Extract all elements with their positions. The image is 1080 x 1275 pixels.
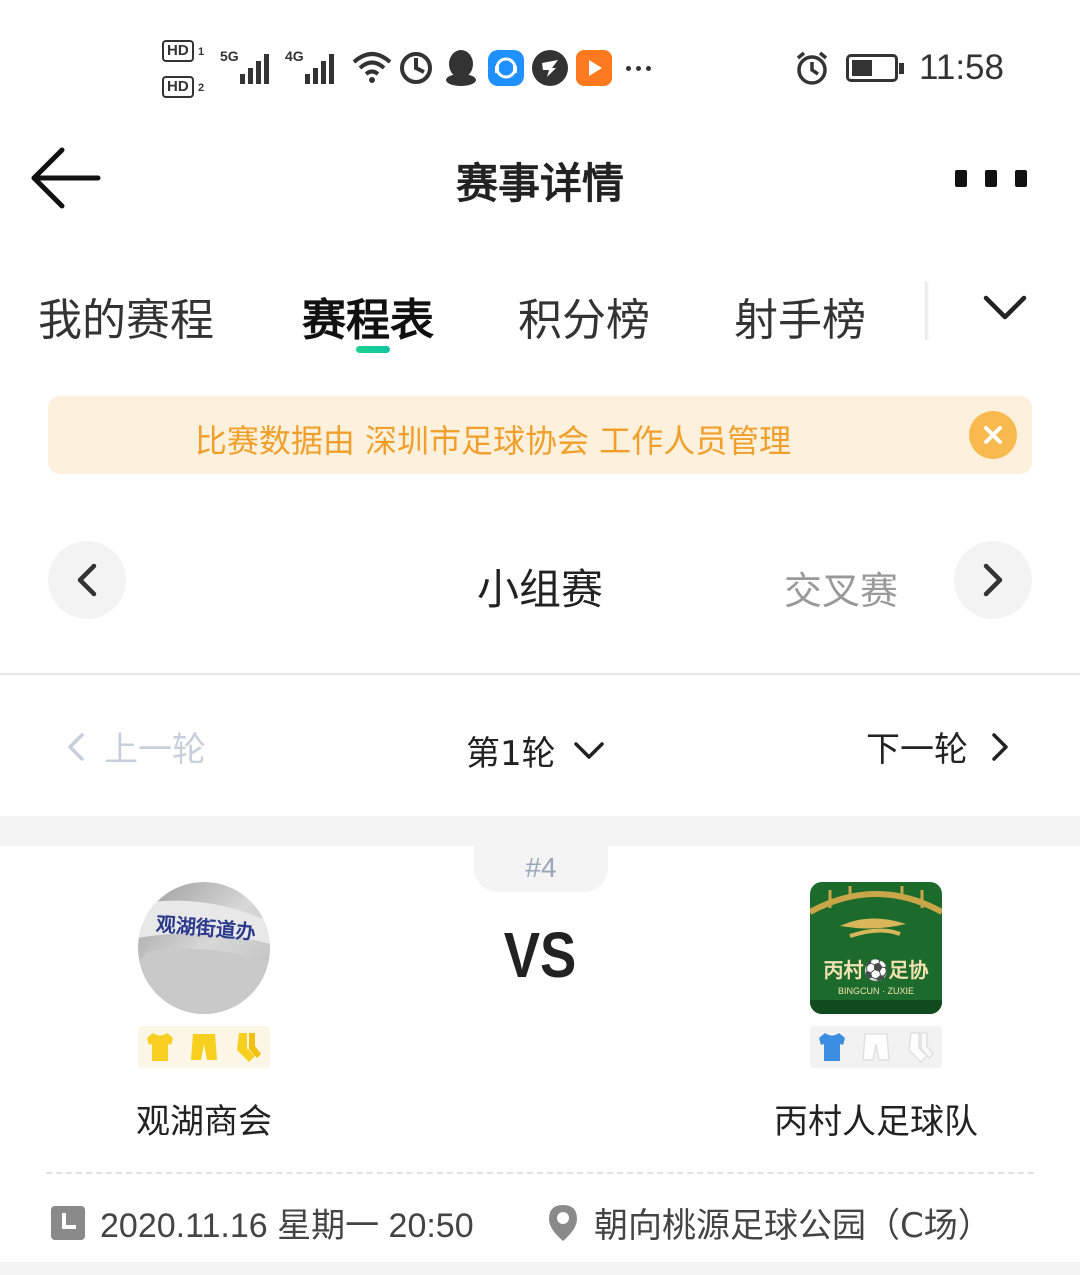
chevron-right-icon [983,563,1003,597]
away-team-name[interactable]: 丙村人足球队 [746,1094,1006,1143]
location-pin-icon [549,1204,577,1241]
home-team-kit [138,1026,270,1068]
signal-icon [305,52,334,84]
away-team-logo-subtext: BINGCUN · ZUXIE [837,986,914,996]
video-app-icon [576,50,612,86]
away-team-logo-text: 丙村⚽足协 [823,958,929,982]
dingtalk-icon [532,50,568,86]
round-selector[interactable]: 第1轮 [466,726,606,775]
hd1-sub: 1 [198,46,205,58]
bottom-gap [0,1262,1080,1275]
tab-schedule[interactable]: 赛程表 [302,284,434,348]
tab-standings[interactable]: 积分榜 [518,284,650,348]
shorts-icon [191,1034,217,1060]
notice-banner: 比赛数据由 深圳市足球协会 工作人员管理 [48,396,1032,474]
more-dot-icon [985,169,997,187]
notice-text: 比赛数据由 深圳市足球协会 工作人员管理 [194,422,792,460]
shorts-icon [862,1033,890,1061]
status-bar: HD 1 HD 2 5G 4G 11:58 [0,0,1080,135]
tab-expand-button[interactable] [980,282,1030,332]
tab-scorers[interactable]: 射手榜 [734,284,866,348]
stage-current[interactable]: 小组赛 [0,556,1080,617]
card-divider [46,1172,1034,1174]
stage-next[interactable]: 交叉赛 [784,560,898,615]
tab-my-schedule[interactable]: 我的赛程 [38,284,214,348]
customer-service-app-icon [488,50,524,86]
tab-divider [925,282,929,340]
home-team-name[interactable]: 观湖商会 [84,1094,324,1143]
current-round-label: 第1轮 [466,734,556,774]
more-notifications-icon [626,66,651,71]
match-datetime: 2020.11.16 星期一 20:50 [50,1198,474,1247]
prev-round-label: 上一轮 [104,730,206,770]
network-4g-label: 4G [285,48,304,64]
next-round-label: 下一轮 [866,730,968,770]
battery-icon [846,54,904,82]
chevron-down-icon [573,741,604,759]
away-team-kit [810,1026,942,1068]
chevron-right-icon [992,732,1008,761]
away-team-logo[interactable]: 丙村⚽足协 BINGCUN · ZUXIE [810,882,942,1014]
socks-icon [237,1033,261,1062]
stage-next-button[interactable] [954,541,1032,619]
jersey-icon [147,1033,173,1061]
socks-icon [908,1032,934,1064]
hd1-badge: HD [162,40,194,62]
wifi-icon [352,52,392,83]
hd2-badge: HD [162,76,194,98]
page-title: 赛事详情 [455,159,624,208]
qq-icon [446,50,476,86]
clock: 11:58 [919,48,1004,87]
network-5g-label: 5G [220,48,239,64]
prev-round-button[interactable]: 上一轮 [64,722,206,771]
match-datetime-text: 2020.11.16 星期一 20:50 [100,1207,474,1245]
chevron-left-icon [68,732,84,761]
hd2-sub: 2 [198,82,205,94]
active-tab-indicator [356,346,390,353]
jersey-icon [819,1033,845,1061]
alarm-icon [796,51,828,85]
match-venue[interactable]: 朝向桃源足球公园（C场） [546,1198,992,1247]
divider [0,673,1080,675]
more-options-button[interactable] [955,166,1035,190]
signal-icon [240,52,269,84]
notice-close-button[interactable] [969,411,1017,459]
match-number: #4 [525,852,557,883]
close-icon [984,426,1002,444]
next-round-button[interactable]: 下一轮 [866,722,1012,771]
clock-icon [51,1205,85,1240]
chevron-down-icon [983,295,1027,320]
more-dot-icon [955,169,967,187]
match-venue-text: 朝向桃源足球公园（C场） [594,1206,992,1246]
more-dot-icon [1015,169,1027,187]
data-saver-icon [400,52,432,84]
